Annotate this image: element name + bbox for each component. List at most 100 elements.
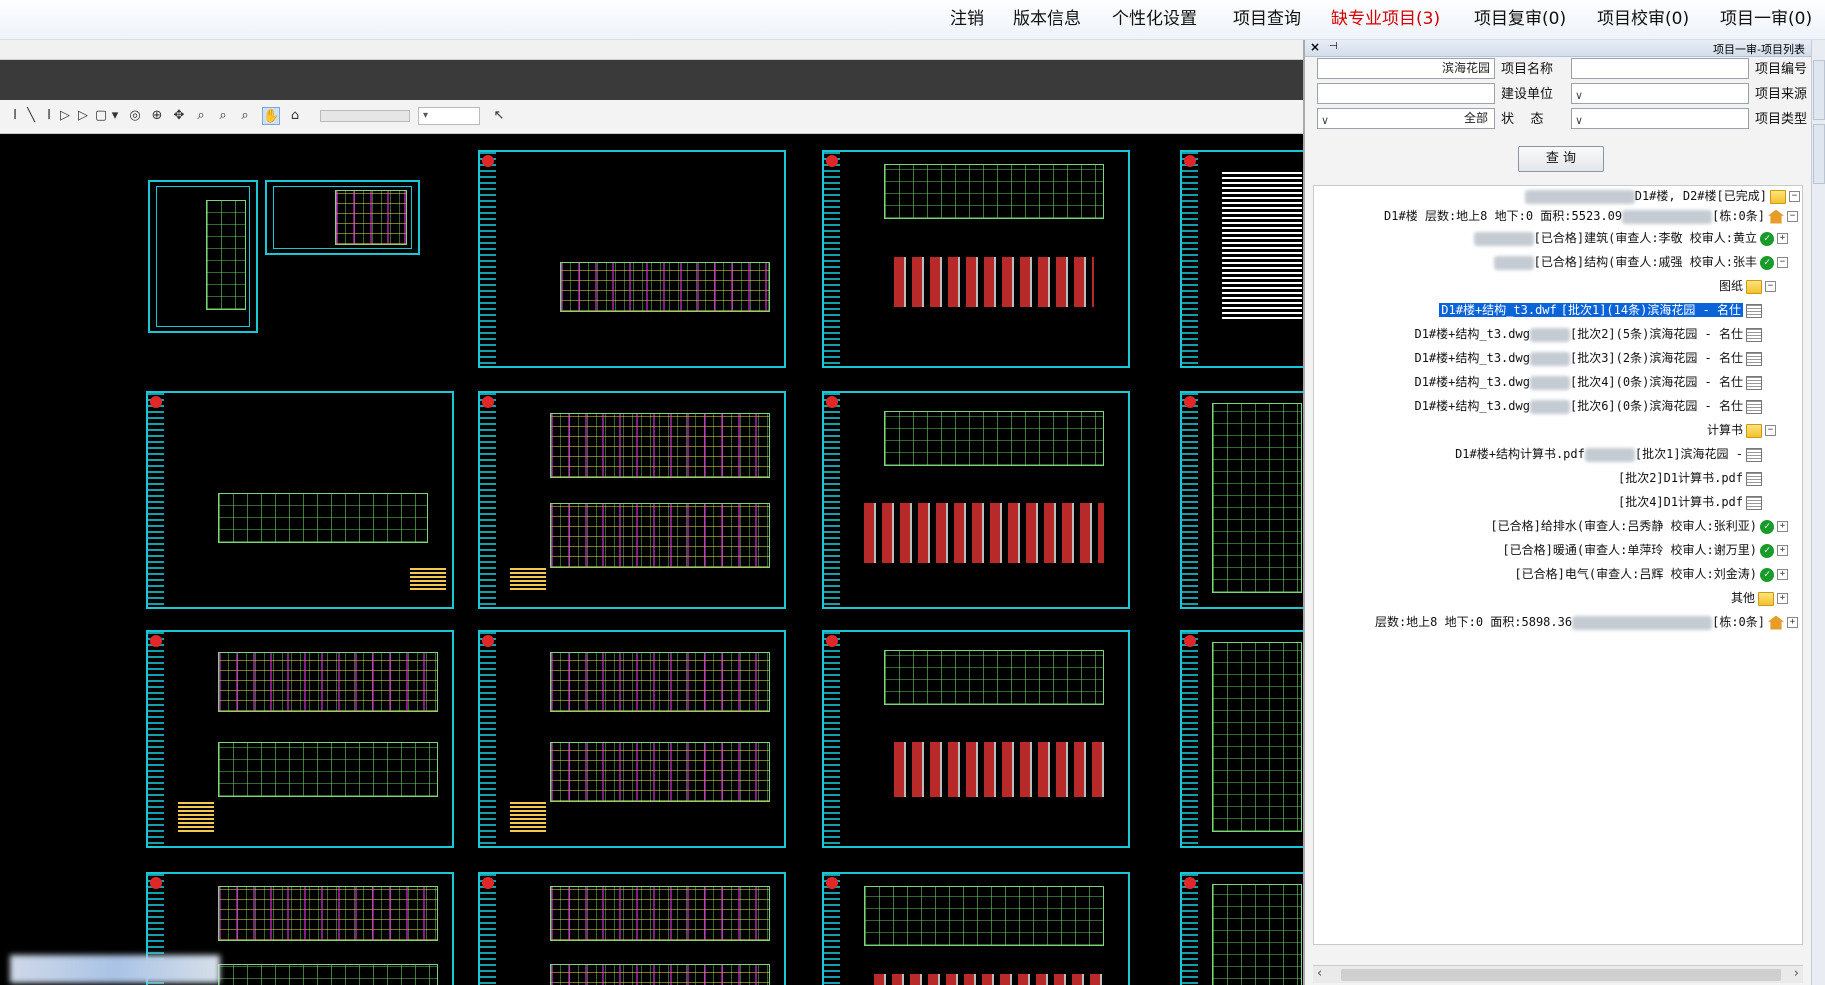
side-tab[interactable] (1813, 124, 1825, 184)
tree-file-item[interactable]: D1#楼+结构_t3.dwg [批次2](5条)滨海花园 - 名仕 (1414, 324, 1762, 344)
tree-file-item[interactable]: [批次2]D1计算书.pdf (1618, 468, 1762, 488)
tree-node-folder[interactable]: 图纸 − (1719, 276, 1776, 296)
zoom-extents-icon[interactable]: ⌕ (214, 107, 232, 125)
pan-icon[interactable]: ✥ (170, 107, 188, 125)
zoom-slider[interactable] (320, 110, 410, 122)
scroll-left-icon[interactable]: ‹ (1317, 966, 1322, 981)
home-icon[interactable]: ⌂ (286, 107, 304, 125)
expand-icon[interactable]: + (1777, 593, 1788, 604)
horizontal-scrollbar[interactable]: ‹ › (1313, 965, 1803, 983)
tree-node-discipline[interactable]: [已合格]建筑(审查人:李敬 校审人:黄立 ✓ + (1473, 228, 1788, 248)
tree-node-building[interactable]: D1#楼 层数:地上8 地下:0 面积:5523.09 [栋:0条] − (1384, 206, 1798, 226)
collapse-icon[interactable]: − (1765, 281, 1776, 292)
blurred-area (10, 955, 220, 983)
menu-bar: 项目一审(0) 项目校审(0) 项目复审(0) 缺专业项目(3) 项目查询 个性… (0, 0, 1825, 40)
tree-file-item[interactable]: D1#楼+结构计算书.pdf [批次1]滨海花园 - (1455, 444, 1762, 464)
file-icon (1746, 447, 1762, 462)
menu-item-project-query[interactable]: 项目查询 (1233, 8, 1301, 30)
project-source-select[interactable]: ∨ (1571, 83, 1749, 104)
chevron-down-icon: ∨ (1321, 114, 1330, 127)
expand-icon[interactable]: + (1777, 233, 1788, 244)
label-status: 状 态 (1501, 112, 1544, 127)
status-select[interactable]: ∨ 全部 (1317, 108, 1495, 129)
tree-file-item[interactable]: D1#楼+结构_t3.dwg [批次6](0条)滨海花园 - 名仕 (1414, 396, 1762, 416)
drawing-sheet[interactable] (1180, 872, 1303, 985)
close-icon[interactable]: × (1310, 40, 1320, 54)
project-type-select[interactable]: ∨ (1571, 108, 1749, 129)
play-icon[interactable]: ▷ (56, 107, 74, 125)
zoom-select[interactable]: ▾ (418, 107, 480, 125)
check-icon: ✓ (1760, 255, 1774, 270)
drawing-sheet[interactable] (265, 180, 420, 255)
folder-icon (1758, 591, 1774, 606)
tree-file-item[interactable]: D1#楼+结构_t3.dwg [批次3](2条)滨海花园 - 名仕 (1414, 348, 1762, 368)
side-tab[interactable] (1813, 60, 1825, 120)
line-icon[interactable]: ╲ (22, 107, 40, 125)
zoom-window-icon[interactable]: ⌕ (192, 107, 210, 125)
pin-icon[interactable]: ⊣ (1329, 41, 1338, 52)
play-icon[interactable]: ▷ (74, 107, 92, 125)
expand-icon[interactable]: + (1777, 545, 1788, 556)
project-name-input[interactable]: 滨海花园 (1317, 58, 1495, 79)
drawing-sheet[interactable] (822, 391, 1130, 609)
target-icon[interactable]: ◎ (126, 107, 144, 125)
tree-file-item[interactable]: D1#楼+结构_t3.dwf [批次1](14条)滨海花园 - 名仕 (1439, 300, 1762, 320)
collapse-icon[interactable]: − (1787, 211, 1798, 222)
menu-item-re-review[interactable]: 项目复审(0) (1474, 8, 1566, 30)
scroll-thumb[interactable] (1341, 969, 1781, 981)
collapse-icon[interactable]: − (1777, 257, 1788, 268)
drawing-sheet[interactable] (1180, 391, 1303, 609)
drawing-sheet[interactable] (478, 150, 786, 368)
tree-file-item[interactable]: D1#楼+结构_t3.dwg [批次4](0条)滨海花园 - 名仕 (1414, 372, 1762, 392)
drawing-sheet[interactable] (1180, 150, 1303, 368)
drawing-canvas[interactable] (0, 135, 1303, 985)
building-icon (1768, 615, 1784, 630)
folder-icon (1746, 423, 1762, 438)
tree-node-discipline[interactable]: [已合格]结构(审查人:戚强 校审人:张丰 ✓ − (1493, 252, 1788, 272)
zoom-icon[interactable]: ⌕ (236, 107, 254, 125)
query-button[interactable]: 查 询 (1518, 146, 1604, 172)
build-unit-input[interactable] (1317, 83, 1495, 104)
drawing-sheet[interactable] (478, 391, 786, 609)
collapse-icon[interactable]: − (1789, 191, 1800, 202)
drawing-sheet[interactable] (146, 630, 454, 848)
hand-icon[interactable]: ✋ (262, 107, 280, 125)
drawing-sheet[interactable] (822, 150, 1130, 368)
tree-node-folder[interactable]: 其他 + (1731, 588, 1788, 608)
label-build-unit: 建设单位 (1501, 87, 1554, 102)
chevron-down-icon: ∨ (1575, 89, 1584, 102)
drawing-sheet[interactable] (478, 630, 786, 848)
collapse-icon[interactable]: − (1765, 425, 1776, 436)
file-icon (1746, 351, 1762, 366)
orbit-icon[interactable]: ⊕ (148, 107, 166, 125)
menu-item-missing-discipline[interactable]: 缺专业项目(3) (1331, 8, 1440, 30)
dropdown-icon[interactable]: ▾ (106, 107, 124, 125)
menu-item-proof-review[interactable]: 项目校审(0) (1597, 8, 1689, 30)
drawing-sheet[interactable] (822, 872, 1130, 985)
menu-item-version-info[interactable]: 版本信息 (1013, 8, 1081, 30)
tree-node-discipline[interactable]: [已合格]电气(审查人:吕辉 校审人:刘金涛) ✓ + (1514, 564, 1788, 584)
drawing-sheet[interactable] (1180, 630, 1303, 848)
viewer-ribbon (0, 60, 1303, 100)
project-no-input[interactable] (1571, 58, 1749, 79)
drawing-sheet[interactable] (148, 180, 258, 333)
cursor-icon[interactable]: ↖ (490, 107, 508, 125)
tree-node-root[interactable]: D1#楼, D2#楼[已完成] − (1524, 186, 1800, 206)
tree-file-item[interactable]: [批次4]D1计算书.pdf (1618, 492, 1762, 512)
expand-icon[interactable]: + (1777, 521, 1788, 532)
label-project-source: 项目来源 (1755, 87, 1808, 102)
scroll-right-icon[interactable]: › (1794, 966, 1799, 981)
expand-icon[interactable]: + (1777, 569, 1788, 580)
menu-item-logout[interactable]: 注销 (950, 8, 984, 30)
drawing-sheet[interactable] (822, 630, 1130, 848)
tree-node-discipline[interactable]: [已合格]暖通(审查人:单萍玲 校审人:谢万里) ✓ + (1502, 540, 1788, 560)
drawing-sheet[interactable] (478, 872, 786, 985)
tree-node-discipline[interactable]: [已合格]给排水(审查人:吕秀静 校审人:张利亚) ✓ + (1490, 516, 1788, 536)
viewer-header (0, 40, 1303, 60)
menu-item-personal-settings[interactable]: 个性化设置 (1112, 8, 1197, 30)
expand-icon[interactable]: + (1787, 617, 1798, 628)
tree-node-building[interactable]: 层数:地上8 地下:0 面积:5898.36 [栋:0条] + (1375, 612, 1798, 632)
tree-node-folder[interactable]: 计算书 − (1707, 420, 1776, 440)
menu-item-first-review[interactable]: 项目一审(0) (1720, 8, 1812, 30)
drawing-sheet[interactable] (146, 391, 454, 609)
